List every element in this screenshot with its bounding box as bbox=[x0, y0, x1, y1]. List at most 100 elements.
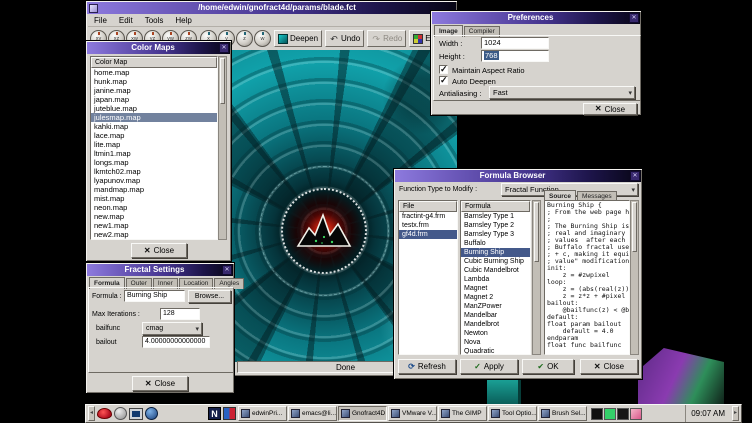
task-button[interactable]: The GIMP bbox=[438, 406, 487, 421]
source-code-panel[interactable]: Burning Ship {; From the web page http:/… bbox=[544, 200, 630, 355]
settings-close-button[interactable]: Close bbox=[132, 376, 188, 391]
applet-icon[interactable] bbox=[223, 407, 236, 420]
formula-field[interactable]: Burning Ship bbox=[124, 290, 185, 302]
scrollbar-thumb[interactable] bbox=[632, 202, 637, 252]
globe-launcher-icon[interactable] bbox=[145, 407, 158, 420]
color-map-item[interactable]: janine.map bbox=[91, 86, 217, 95]
color-maps-close-button[interactable]: Close bbox=[131, 243, 187, 258]
auto-deepen-checkbox[interactable] bbox=[439, 76, 448, 85]
pager-swatch[interactable] bbox=[617, 408, 629, 420]
close-icon[interactable] bbox=[219, 43, 229, 53]
apply-button[interactable]: Apply bbox=[460, 359, 518, 374]
main-window-titlebar[interactable]: /home/edwin/gnofract4d/params/blade.fct bbox=[87, 2, 456, 14]
refresh-button[interactable]: Refresh bbox=[398, 359, 456, 374]
formula-item[interactable]: Mandelbrot bbox=[461, 320, 530, 329]
pan-pad[interactable]: w bbox=[254, 30, 271, 47]
browse-button[interactable]: Browse... bbox=[188, 290, 231, 303]
pager-swatch[interactable] bbox=[604, 408, 616, 420]
ok-button[interactable]: OK bbox=[522, 359, 574, 374]
task-button[interactable]: emacs@li... bbox=[288, 406, 337, 421]
color-map-item[interactable]: hunk.map bbox=[91, 77, 217, 86]
formula-browser-titlebar[interactable]: Formula Browser bbox=[395, 170, 641, 182]
pan-pad[interactable]: z bbox=[236, 30, 253, 47]
formula-item[interactable]: Newton bbox=[461, 329, 530, 338]
preferences-close-button[interactable]: Close bbox=[583, 103, 637, 115]
menu-item[interactable]: File bbox=[88, 16, 113, 25]
formula-item[interactable]: Magnet 2 bbox=[461, 293, 530, 302]
formula-item[interactable]: Burning Ship bbox=[461, 248, 530, 257]
undo-button[interactable]: Undo bbox=[325, 30, 364, 47]
color-map-item[interactable]: new1.map bbox=[91, 221, 217, 230]
formula-item[interactable]: Barnsley Type 1 bbox=[461, 212, 530, 221]
pager-swatch[interactable] bbox=[630, 408, 642, 420]
panel-hide-right-button[interactable]: ▸ bbox=[732, 406, 739, 421]
width-field[interactable]: 1024 bbox=[481, 37, 549, 49]
file-item[interactable]: testx.frm bbox=[399, 221, 457, 230]
window-menu-icon[interactable] bbox=[89, 4, 98, 13]
netscape-icon[interactable]: N bbox=[208, 407, 221, 420]
bailout-field[interactable]: 4.00000000000000 bbox=[142, 336, 210, 348]
file-item[interactable]: gf4d.frm bbox=[399, 230, 457, 239]
formula-item[interactable]: Mandelbar bbox=[461, 311, 530, 320]
formula-item[interactable]: Buffalo bbox=[461, 239, 530, 248]
redo-button[interactable]: Redo bbox=[367, 30, 406, 47]
color-map-item[interactable]: lace.map bbox=[91, 131, 217, 140]
color-map-item[interactable]: ltmin1.map bbox=[91, 149, 217, 158]
main-menu-lips-icon[interactable] bbox=[97, 408, 112, 419]
color-map-item[interactable]: juteblue.map bbox=[91, 104, 217, 113]
task-button[interactable]: Gnofract4D bbox=[338, 406, 387, 421]
task-button[interactable]: VMware V... bbox=[388, 406, 437, 421]
pager-swatch[interactable] bbox=[591, 408, 603, 420]
formula-item[interactable]: Nova bbox=[461, 338, 530, 347]
color-map-item[interactable]: longs.map bbox=[91, 158, 217, 167]
formula-item[interactable]: ManZPower bbox=[461, 302, 530, 311]
color-map-item[interactable]: lite.map bbox=[91, 140, 217, 149]
color-map-item[interactable]: lkmtch02.map bbox=[91, 167, 217, 176]
color-map-item[interactable]: new.map bbox=[91, 212, 217, 221]
maintain-aspect-checkbox[interactable] bbox=[439, 65, 448, 74]
formula-item[interactable]: Cubic Mandelbrot bbox=[461, 266, 530, 275]
color-map-item[interactable]: lyapunov.map bbox=[91, 176, 217, 185]
close-icon[interactable] bbox=[222, 265, 232, 275]
color-map-item[interactable]: mandmap.map bbox=[91, 185, 217, 194]
color-map-item[interactable]: julesmap.map bbox=[91, 113, 217, 122]
formula-column-header[interactable]: Formula bbox=[461, 201, 530, 212]
close-icon[interactable] bbox=[629, 13, 639, 23]
terminal-launcher-icon[interactable] bbox=[129, 408, 143, 420]
menu-item[interactable]: Tools bbox=[139, 16, 170, 25]
color-map-item[interactable]: japan.map bbox=[91, 95, 217, 104]
formula-item[interactable]: Barnsley Type 2 bbox=[461, 221, 530, 230]
close-icon[interactable] bbox=[630, 171, 640, 181]
task-button[interactable]: Brush Sel... bbox=[538, 406, 587, 421]
fractal-settings-titlebar[interactable]: Fractal Settings bbox=[87, 264, 233, 276]
formula-item[interactable]: Cubic Burning Ship bbox=[461, 257, 530, 266]
file-column-header[interactable]: File bbox=[399, 201, 457, 212]
color-map-scrollbar[interactable] bbox=[218, 56, 227, 240]
antialias-dropdown[interactable]: Fast bbox=[489, 86, 635, 99]
formula-item[interactable]: Lambda bbox=[461, 275, 530, 284]
height-field[interactable]: 768 bbox=[481, 50, 549, 62]
menu-item[interactable]: Edit bbox=[113, 16, 139, 25]
preferences-titlebar[interactable]: Preferences bbox=[432, 12, 640, 24]
menu-item[interactable]: Help bbox=[169, 16, 197, 25]
formula-item[interactable]: Quadratic bbox=[461, 347, 530, 355]
formula-browser-close-button[interactable]: Close bbox=[580, 359, 638, 374]
color-map-column-header[interactable]: Color Map bbox=[91, 57, 217, 68]
file-item[interactable]: fractint-g4.frm bbox=[399, 212, 457, 221]
scrollbar-thumb[interactable] bbox=[220, 58, 225, 104]
formula-item[interactable]: Barnsley Type 3 bbox=[461, 230, 530, 239]
panel-hide-left-button[interactable]: ◂ bbox=[88, 406, 95, 421]
bailfunc-dropdown[interactable]: cmag bbox=[142, 322, 202, 335]
source-scrollbar[interactable] bbox=[630, 200, 639, 355]
max-iterations-field[interactable]: 128 bbox=[160, 308, 200, 320]
color-map-item[interactable]: mist.map bbox=[91, 194, 217, 203]
scrollbar-thumb[interactable] bbox=[534, 202, 539, 262]
color-map-item[interactable]: home.map bbox=[91, 68, 217, 77]
color-map-item[interactable]: new2.map bbox=[91, 230, 217, 239]
task-button[interactable]: edwinPri... bbox=[238, 406, 287, 421]
color-map-item[interactable]: kahki.map bbox=[91, 122, 217, 131]
formula-list-scrollbar[interactable] bbox=[532, 200, 541, 355]
color-map-item[interactable]: neon.map bbox=[91, 203, 217, 212]
deepen-button[interactable]: Deepen bbox=[274, 30, 322, 47]
color-maps-titlebar[interactable]: Color Maps bbox=[87, 42, 230, 54]
